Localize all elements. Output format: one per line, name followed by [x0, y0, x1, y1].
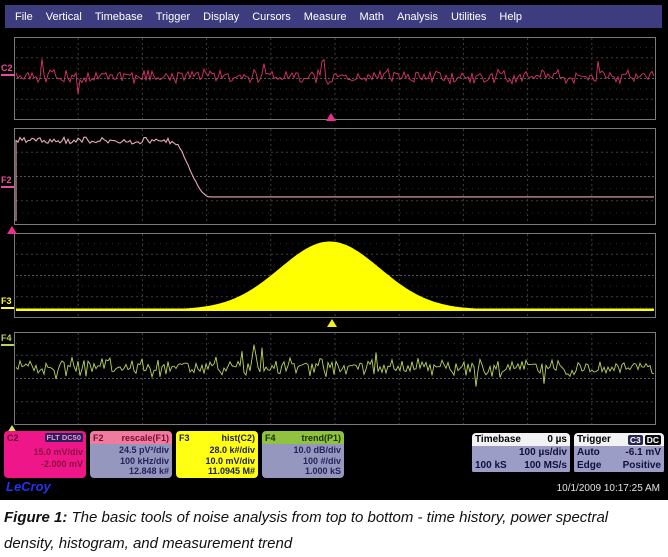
- c2-volts-per-div: 15.0 mV/div: [7, 447, 83, 459]
- timebase-sample-rate: 100 MS/s: [524, 459, 567, 472]
- menu-item-measure[interactable]: Measure: [304, 11, 347, 23]
- f2-level-marker-icon[interactable]: [7, 226, 17, 234]
- f2-trace-id: F2: [93, 433, 104, 443]
- menu-item-display[interactable]: Display: [203, 11, 239, 23]
- f3-volts-per-div: 10.0 mV/div: [179, 456, 255, 467]
- lecroy-logo: LeCroy: [6, 479, 51, 494]
- menu-item-timebase[interactable]: Timebase: [95, 11, 143, 23]
- grid-f2-power-spectral-density[interactable]: [14, 128, 656, 225]
- trigger-coupling-badge: DC: [645, 435, 661, 445]
- menu-bar: File Vertical Timebase Trigger Display C…: [5, 5, 662, 28]
- f4-trace-id: F4: [265, 433, 276, 443]
- descriptor-box-c2[interactable]: C2 FLT DC50 15.0 mV/div -2.000 mV: [4, 431, 86, 478]
- f2-units-per-div: 24.5 pV²/div: [93, 445, 169, 456]
- trace-label-f3[interactable]: F3: [1, 297, 14, 309]
- figure-caption-text: The basic tools of noise analysis from t…: [4, 509, 608, 552]
- c2-offset: -2.000 mV: [7, 459, 83, 471]
- timebase-record-length: 100 kS: [475, 459, 507, 472]
- f4-samples: 1.000 kS: [265, 466, 341, 477]
- timebase-title: Timebase: [475, 434, 521, 445]
- trigger-level: -6.1 mV: [625, 446, 661, 459]
- c2-coupling-badge: FLT DC50: [45, 433, 83, 442]
- datetime-display: 10/1/2009 10:17:25 AM: [557, 483, 660, 494]
- menu-item-file[interactable]: File: [15, 11, 33, 23]
- menu-item-trigger[interactable]: Trigger: [156, 11, 190, 23]
- descriptor-box-f2[interactable]: F2 rescale(F1) 24.5 pV²/div 100 kHz/div …: [90, 431, 172, 478]
- figure-caption-label: Figure 1:: [4, 509, 67, 526]
- trigger-time-marker-icon[interactable]: [326, 113, 336, 121]
- f3-population: 11.0945 M#: [179, 466, 255, 477]
- trigger-mode: Auto: [577, 446, 600, 459]
- grid-c2-time-history[interactable]: [14, 37, 656, 120]
- trace-label-f2[interactable]: F2: [1, 176, 14, 188]
- trigger-slope: Positive: [623, 459, 661, 472]
- f2-freq-per-div: 100 kHz/div: [93, 456, 169, 467]
- timebase-time-per-div: 100 µs/div: [519, 446, 567, 459]
- trace-label-f4[interactable]: F4: [1, 334, 14, 346]
- f4-counts-per-div: 100 #/div: [265, 456, 341, 467]
- f3-counts-per-div: 28.0 k#/div: [179, 445, 255, 456]
- menu-item-vertical[interactable]: Vertical: [46, 11, 82, 23]
- trigger-title: Trigger: [577, 434, 611, 445]
- menu-item-help[interactable]: Help: [499, 11, 522, 23]
- trace-label-c2[interactable]: C2: [1, 64, 15, 76]
- descriptor-box-f3[interactable]: F3 hist(C2) 28.0 k#/div 10.0 mV/div 11.0…: [176, 431, 258, 478]
- grid-f4-measurement-trend[interactable]: [14, 332, 656, 425]
- f4-db-per-div: 10.0 dB/div: [265, 445, 341, 456]
- histogram-center-marker-icon[interactable]: [327, 319, 337, 327]
- f3-function-label: hist(C2): [222, 433, 256, 443]
- trigger-type: Edge: [577, 459, 601, 472]
- f2-function-label: rescale(F1): [121, 433, 169, 443]
- c2-channel-id: C2: [7, 433, 19, 443]
- f4-function-label: trend(P1): [301, 433, 341, 443]
- figure-caption: Figure 1: The basic tools of noise analy…: [0, 500, 668, 556]
- screenshot-page: File Vertical Timebase Trigger Display C…: [0, 0, 668, 556]
- timebase-box[interactable]: Timebase 0 µs 100 µs/div 100 kS 100 MS/s: [472, 433, 570, 474]
- menu-item-utilities[interactable]: Utilities: [451, 11, 486, 23]
- f2-points: 12.848 k#: [93, 466, 169, 477]
- descriptor-box-f4[interactable]: F4 trend(P1) 10.0 dB/div 100 #/div 1.000…: [262, 431, 344, 478]
- descriptor-row: C2 FLT DC50 15.0 mV/div -2.000 mV F2 res…: [4, 431, 664, 478]
- timebase-delay: 0 µs: [547, 434, 567, 445]
- menu-item-cursors[interactable]: Cursors: [252, 11, 291, 23]
- menu-item-analysis[interactable]: Analysis: [397, 11, 438, 23]
- trigger-box[interactable]: Trigger C3 DC Auto -6.1 mV Edge Positive: [574, 433, 664, 474]
- grid-f3-histogram[interactable]: [14, 233, 656, 318]
- menu-item-math[interactable]: Math: [360, 11, 384, 23]
- f3-trace-id: F3: [179, 433, 190, 443]
- oscilloscope-screen: File Vertical Timebase Trigger Display C…: [0, 0, 668, 500]
- trigger-source-badge: C3: [628, 435, 643, 445]
